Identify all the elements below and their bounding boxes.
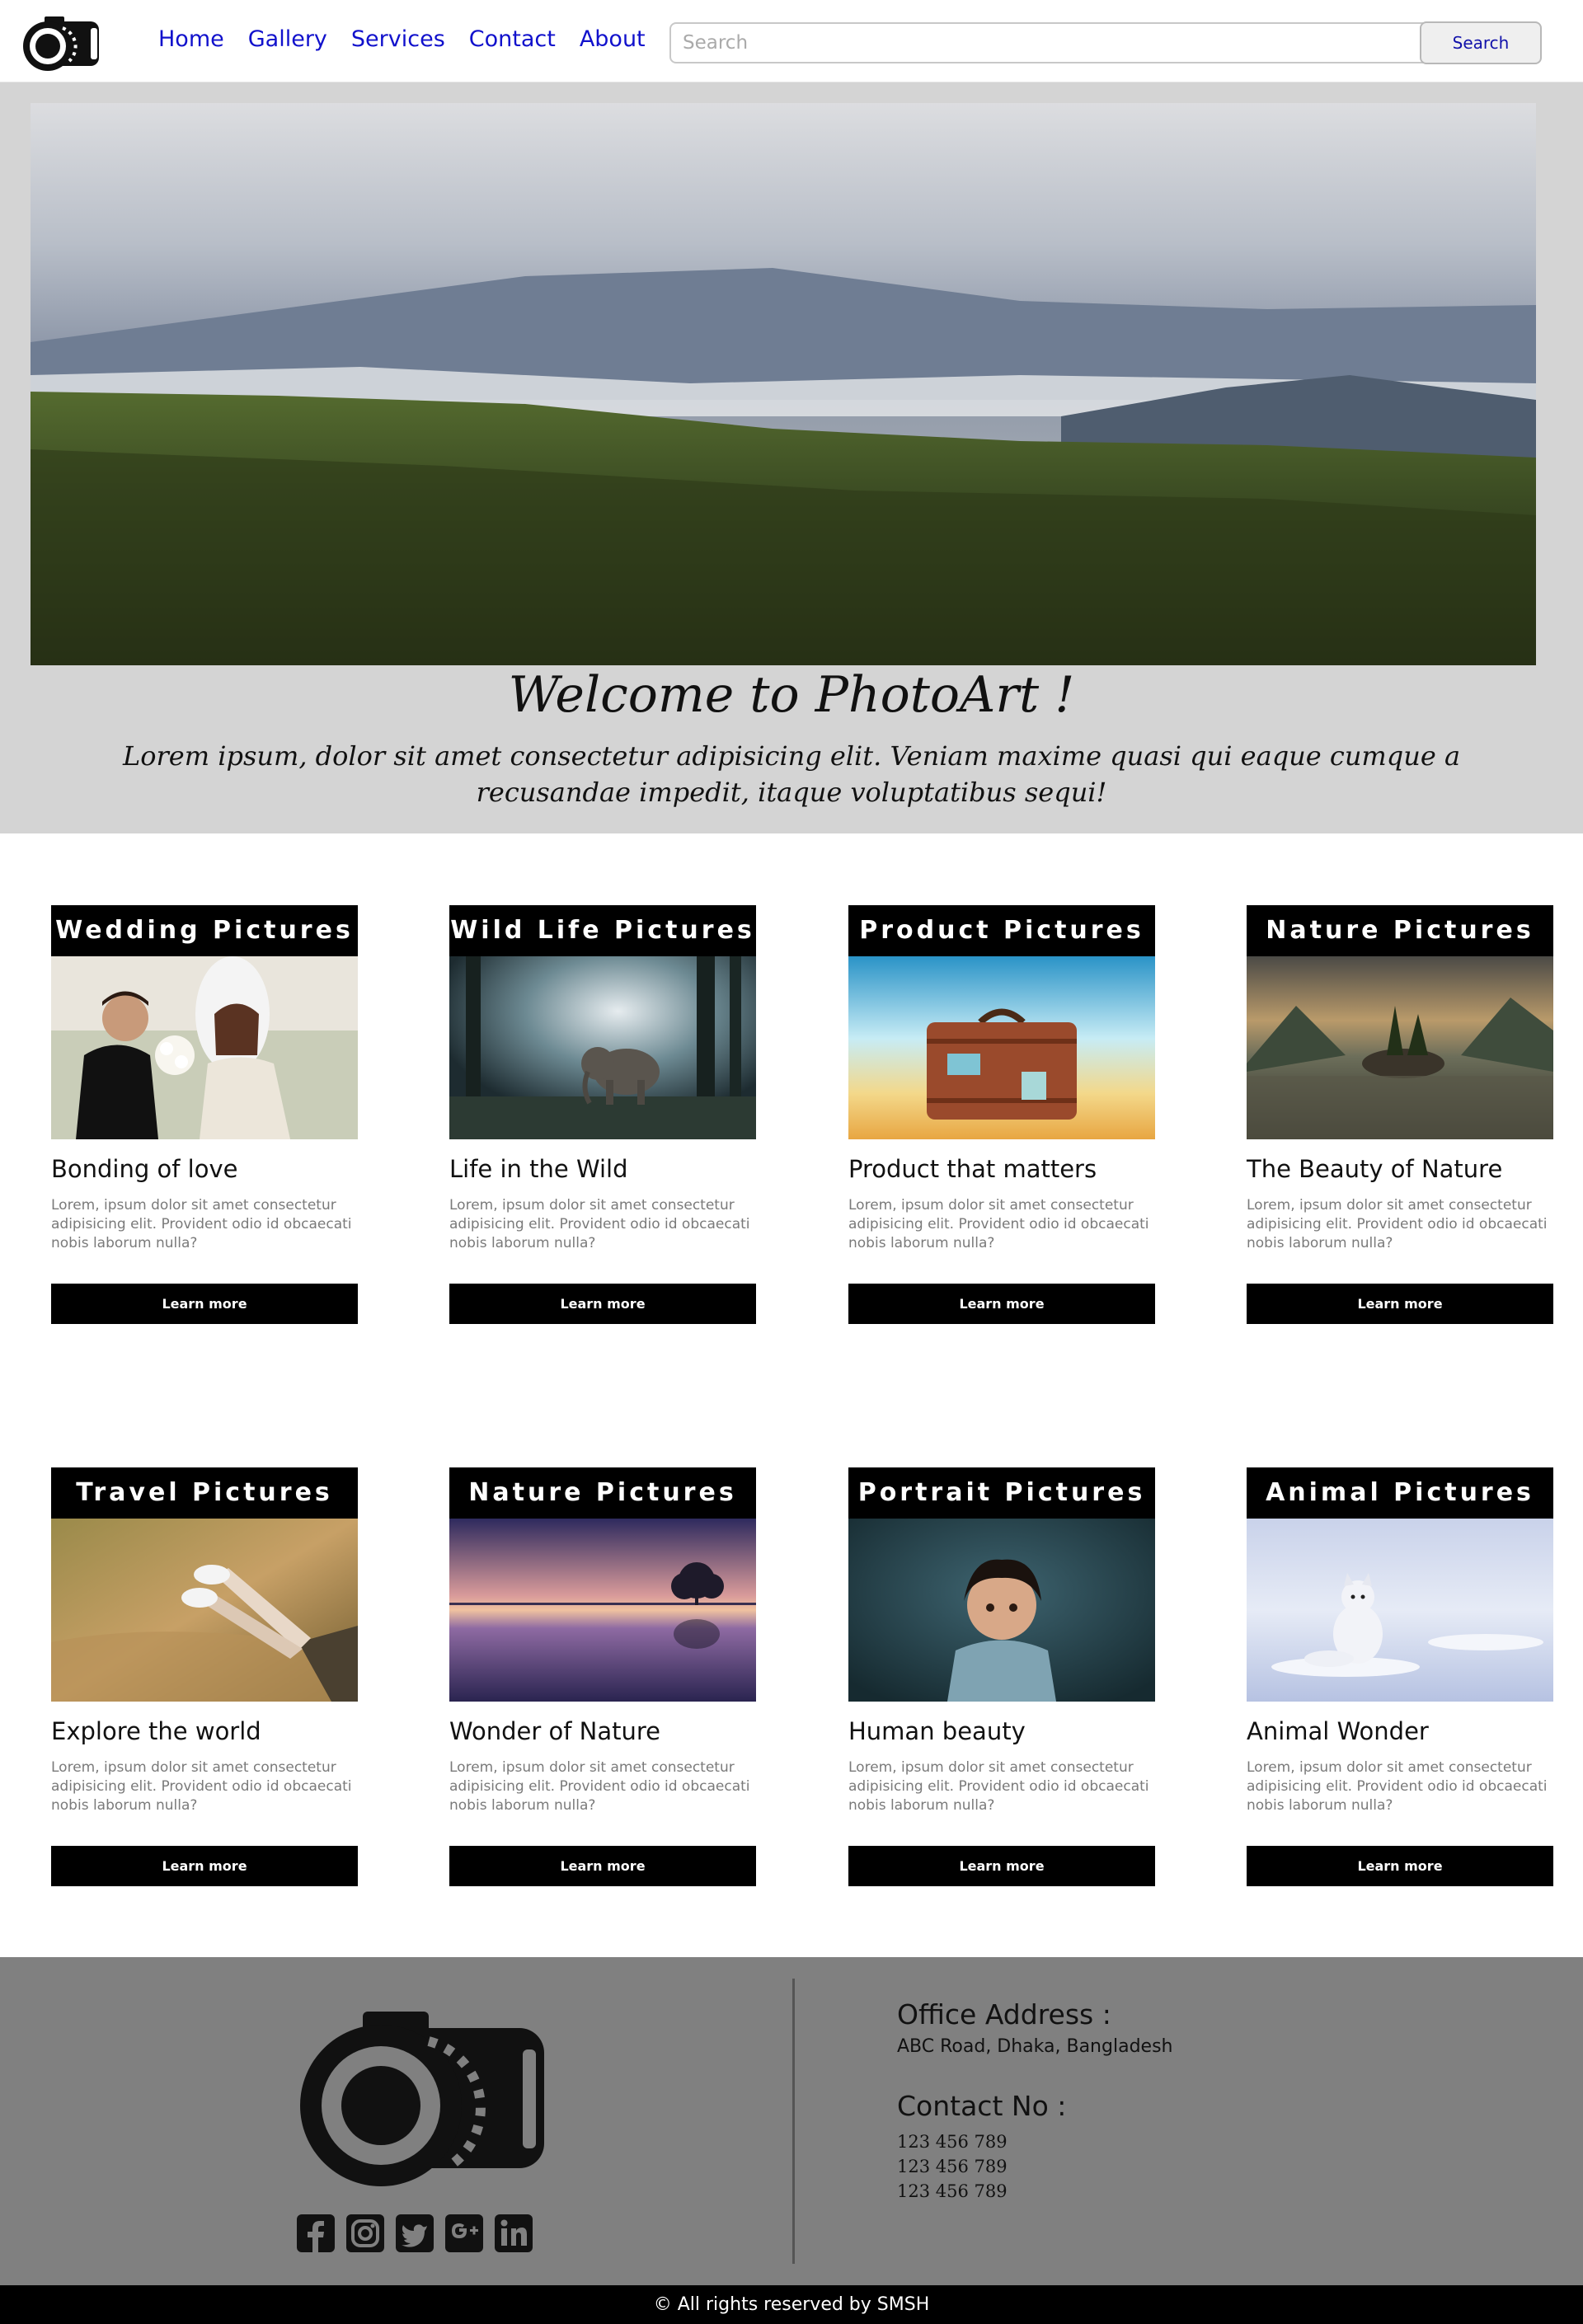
- product-image: [848, 956, 1155, 1139]
- learn-more-button[interactable]: Learn more: [449, 1846, 756, 1886]
- contact-heading: Contact No :: [897, 2090, 1067, 2122]
- card-title: Wonder of Nature: [449, 1717, 661, 1745]
- card-header: Animal Pictures: [1247, 1467, 1553, 1519]
- copyright-bar: © All rights reserved by SMSH: [0, 2285, 1583, 2324]
- google-plus-icon[interactable]: [444, 2213, 485, 2254]
- linkedin-icon[interactable]: [493, 2213, 534, 2254]
- card-title: Bonding of love: [51, 1155, 238, 1183]
- card-title: Human beauty: [848, 1717, 1026, 1745]
- search-button[interactable]: Search: [1420, 21, 1542, 64]
- learn-more-button[interactable]: Learn more: [1247, 1284, 1553, 1324]
- phone-number: 123 456 789: [897, 2132, 1008, 2152]
- hero-title: Welcome to PhotoArt !: [508, 666, 1075, 724]
- card-title: Life in the Wild: [449, 1155, 628, 1183]
- arctic-fox-image: [1247, 1519, 1553, 1702]
- card-title: The Beauty of Nature: [1247, 1155, 1503, 1183]
- card-text: Lorem, ipsum dolor sit amet consectetur …: [449, 1759, 750, 1814]
- nav-link-home[interactable]: Home: [158, 26, 224, 52]
- hero-landscape-image: [31, 103, 1536, 665]
- card-header: Nature Pictures: [1247, 905, 1553, 956]
- card-header: Nature Pictures: [449, 1467, 756, 1519]
- wildlife-image: [449, 956, 756, 1139]
- phone-list: 123 456 789 123 456 789 123 456 789: [897, 2129, 1008, 2204]
- search-input[interactable]: [669, 22, 1510, 63]
- card-title: Explore the world: [51, 1717, 261, 1745]
- card-animal: Animal Pictures Animal Wonder Lorem, ips…: [1247, 1467, 1553, 1888]
- wedding-image: [51, 956, 358, 1139]
- phone-number: 123 456 789: [897, 2181, 1008, 2201]
- nav-link-services[interactable]: Services: [351, 26, 445, 52]
- learn-more-button[interactable]: Learn more: [848, 1846, 1155, 1886]
- camera-logo-icon[interactable]: [20, 13, 106, 73]
- social-links: [295, 2213, 534, 2254]
- learn-more-button[interactable]: Learn more: [848, 1284, 1155, 1324]
- card-wedding: Wedding Pictures Bonding of love Lorem, …: [51, 905, 358, 1326]
- card-header: Product Pictures: [848, 905, 1155, 956]
- card-text: Lorem, ipsum dolor sit amet consectetur …: [51, 1759, 352, 1814]
- card-header: Portrait Pictures: [848, 1467, 1155, 1519]
- card-header: Travel Pictures: [51, 1467, 358, 1519]
- card-title: Animal Wonder: [1247, 1717, 1429, 1745]
- hero-text: Lorem ipsum, dolor sit amet consectetur …: [122, 740, 1461, 808]
- card-text: Lorem, ipsum dolor sit amet consectetur …: [1247, 1759, 1548, 1814]
- nav-link-gallery[interactable]: Gallery: [248, 26, 327, 52]
- card-wildlife: Wild Life Pictures Life in the Wild Lore…: [449, 905, 756, 1326]
- card-nature-sunset: Nature Pictures Wonder of Nature Lorem, …: [449, 1467, 756, 1888]
- learn-more-button[interactable]: Learn more: [51, 1284, 358, 1324]
- footer-divider: [792, 1979, 795, 2264]
- camera-logo-icon: [300, 2012, 544, 2186]
- office-address: ABC Road, Dhaka, Bangladesh: [897, 2036, 1173, 2057]
- nature-lake-image: [1247, 956, 1553, 1139]
- office-address-heading: Office Address :: [897, 1998, 1111, 2031]
- nav-link-about[interactable]: About: [580, 26, 646, 52]
- nav-links: Home Gallery Services Contact About: [158, 26, 646, 52]
- card-text: Lorem, ipsum dolor sit amet consectetur …: [1247, 1197, 1548, 1251]
- learn-more-button[interactable]: Learn more: [1247, 1846, 1553, 1886]
- card-portrait: Portrait Pictures Human beauty Lorem, ip…: [848, 1467, 1155, 1888]
- card-header: Wedding Pictures: [51, 905, 358, 956]
- card-text: Lorem, ipsum dolor sit amet consectetur …: [51, 1197, 352, 1251]
- card-header: Wild Life Pictures: [449, 905, 756, 956]
- navbar: Home Gallery Services Contact About Sear…: [0, 0, 1583, 82]
- card-product: Product Pictures Product that matters Lo…: [848, 905, 1155, 1326]
- card-text: Lorem, ipsum dolor sit amet consectetur …: [848, 1759, 1149, 1814]
- travel-image: [51, 1519, 358, 1702]
- hero-section: Welcome to PhotoArt ! Lorem ipsum, dolor…: [0, 82, 1583, 833]
- learn-more-button[interactable]: Learn more: [51, 1846, 358, 1886]
- nav-link-contact[interactable]: Contact: [469, 26, 556, 52]
- sunset-tree-image: [449, 1519, 756, 1702]
- phone-number: 123 456 789: [897, 2157, 1008, 2176]
- card-travel: Travel Pictures Explore the world Lorem,…: [51, 1467, 358, 1888]
- card-title: Product that matters: [848, 1155, 1097, 1183]
- card-text: Lorem, ipsum dolor sit amet consectetur …: [449, 1197, 750, 1251]
- learn-more-button[interactable]: Learn more: [449, 1284, 756, 1324]
- twitter-icon[interactable]: [394, 2213, 435, 2254]
- instagram-icon[interactable]: [345, 2213, 386, 2254]
- facebook-icon[interactable]: [295, 2213, 336, 2254]
- portrait-child-image: [848, 1519, 1155, 1702]
- footer: Office Address : ABC Road, Dhaka, Bangla…: [0, 1957, 1583, 2285]
- card-nature: Nature Pictures The Beauty of Nature Lor…: [1247, 905, 1553, 1326]
- card-text: Lorem, ipsum dolor sit amet consectetur …: [848, 1197, 1149, 1251]
